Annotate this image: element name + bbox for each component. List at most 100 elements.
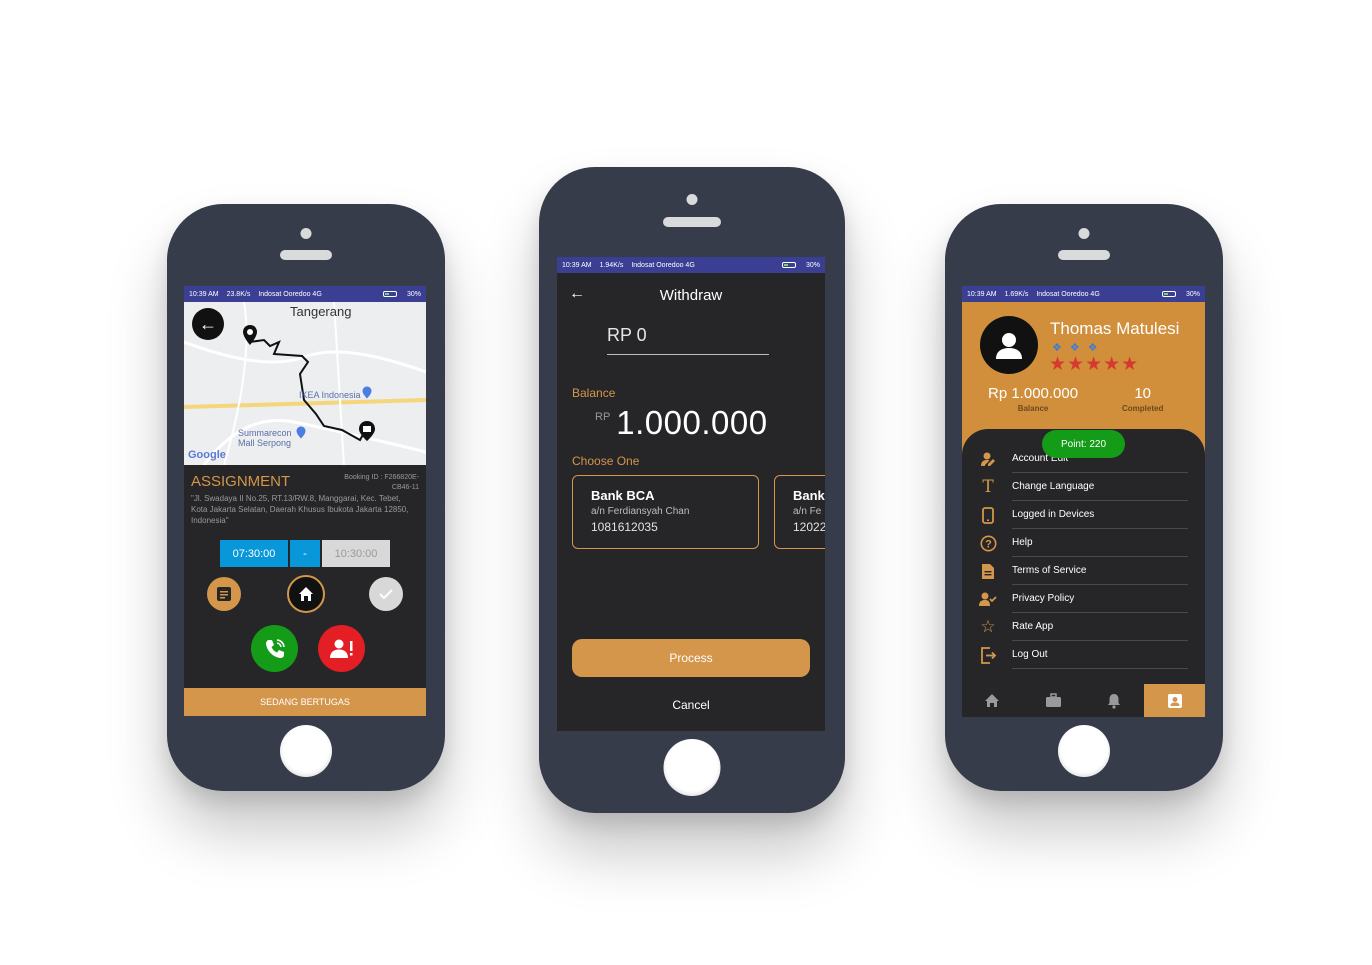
status-battery: 30% xyxy=(1185,290,1200,298)
back-button[interactable]: ← xyxy=(192,308,224,340)
bank-list: Bank BCA a/n Ferdiansyah Chan 1081612035… xyxy=(557,475,825,551)
user-icon xyxy=(996,333,1022,359)
home-status-button[interactable] xyxy=(287,575,325,613)
destination-pin-icon xyxy=(359,421,375,441)
document-icon xyxy=(976,563,1000,580)
menu-item-change-language[interactable]: T Change Language xyxy=(962,473,1205,501)
profile-menu: Account Edit T Change Language Logged in… xyxy=(962,429,1205,684)
balance-value: Rp 1.000.000 xyxy=(988,385,1079,402)
report-button[interactable] xyxy=(318,625,365,672)
notes-button[interactable] xyxy=(207,577,241,611)
completed-label: Completed xyxy=(1122,404,1164,413)
menu-item-devices[interactable]: Logged in Devices xyxy=(962,501,1205,529)
time-separator: - xyxy=(290,540,320,567)
screen-profile: 10:39 AM 1.69K/s Indosat Ooredoo 4G 30% … xyxy=(962,286,1205,717)
nav-briefcase[interactable] xyxy=(1023,684,1084,717)
mall-pin-icon xyxy=(296,426,306,439)
poi-mall-line2: Mall Serpong xyxy=(238,438,292,448)
process-button[interactable]: Process xyxy=(572,639,810,677)
bank-card[interactable]: Bank a/n Fe 12022 xyxy=(774,475,825,549)
completed-value: 10 xyxy=(1134,385,1152,402)
nav-home[interactable] xyxy=(962,684,1023,717)
profile-balance: Rp 1.000.000 Balance xyxy=(988,385,1078,413)
cancel-button[interactable]: Cancel xyxy=(557,698,825,712)
call-button[interactable] xyxy=(251,625,298,672)
route-map[interactable]: ← Tangerang IKEA Indonesia Summarecon Mal… xyxy=(184,302,426,465)
home-button[interactable] xyxy=(280,725,332,777)
bell-icon xyxy=(1107,693,1120,709)
speaker xyxy=(1058,250,1110,260)
poi-ikea: IKEA Indonesia xyxy=(299,390,361,400)
menu-item-help[interactable]: ? Help xyxy=(962,529,1205,557)
status-bar: 10:39 AM 1.94K/s Indosat Ooredoo 4G 30% xyxy=(557,257,825,273)
bank-owner: a/n Ferdiansyah Chan xyxy=(591,506,690,517)
google-logo: Google xyxy=(188,449,226,461)
phone-withdraw: 10:39 AM 1.94K/s Indosat Ooredoo 4G 30% … xyxy=(539,167,845,813)
assignment-address: "Jl. Swadaya II No.25, RT.13/RW.8, Mangg… xyxy=(191,494,409,525)
screen-withdraw: 10:39 AM 1.94K/s Indosat Ooredoo 4G 30% … xyxy=(557,257,825,731)
home-button[interactable] xyxy=(1058,725,1110,777)
amount-input[interactable]: RP 0 xyxy=(607,325,769,355)
page-title: Withdraw xyxy=(659,287,723,304)
bank-card[interactable]: Bank BCA a/n Ferdiansyah Chan 1081612035 xyxy=(572,475,759,549)
point-badge: Point: 220 xyxy=(1042,430,1125,458)
withdraw-header: ← Withdraw xyxy=(557,273,825,315)
nav-notifications[interactable] xyxy=(1084,684,1145,717)
front-camera xyxy=(1078,228,1090,239)
balance-currency: RP xyxy=(595,411,611,423)
bottom-nav xyxy=(962,684,1205,717)
origin-pin-icon xyxy=(243,325,257,345)
menu-item-rate-app[interactable]: ☆ Rate App xyxy=(962,613,1205,641)
profile-name: Thomas Matulesi xyxy=(1050,319,1180,338)
check-icon xyxy=(379,589,393,600)
front-camera xyxy=(300,228,312,239)
balance-value: 1.000.000 xyxy=(616,404,768,441)
menu-item-privacy[interactable]: Privacy Policy xyxy=(962,585,1205,613)
logout-icon xyxy=(976,646,1000,664)
menu-item-terms[interactable]: Terms of Service xyxy=(962,557,1205,585)
nav-profile[interactable] xyxy=(1144,684,1205,717)
on-duty-bar: SEDANG BERTUGAS xyxy=(184,688,426,716)
user-alert-icon xyxy=(329,639,352,658)
profile-icon xyxy=(1167,693,1182,708)
menu-item-label: Rate App xyxy=(1012,613,1188,641)
svg-text:?: ? xyxy=(985,538,992,550)
help-icon: ? xyxy=(976,535,1000,552)
privacy-icon xyxy=(976,591,1000,607)
status-carrier: Indosat Ooredoo 4G xyxy=(258,290,322,298)
status-time: 10:39 AM xyxy=(967,290,997,298)
home-button[interactable] xyxy=(663,739,721,796)
menu-item-label: Log Out xyxy=(1012,641,1188,669)
poi-mall: Summarecon Mall Serpong xyxy=(238,428,292,448)
account-edit-icon xyxy=(976,451,1000,467)
bank-name: Bank BCA xyxy=(591,488,655,503)
menu-item-label: Logged in Devices xyxy=(1012,501,1188,529)
phone-profile: 10:39 AM 1.69K/s Indosat Ooredoo 4G 30% … xyxy=(945,204,1223,791)
front-camera xyxy=(686,194,698,205)
avatar[interactable] xyxy=(980,316,1038,374)
assignment-panel: ASSIGNMENT Booking ID : F266820E-CB46-11… xyxy=(184,465,426,526)
choose-label: Choose One xyxy=(572,454,640,468)
notes-icon xyxy=(217,587,231,601)
battery-icon xyxy=(382,291,397,297)
status-time: 10:39 AM xyxy=(189,290,219,298)
home-icon xyxy=(299,587,313,601)
phone-assignment: 10:39 AM 23.8K/s Indosat Ooredoo 4G 30% xyxy=(167,204,445,791)
status-battery: 30% xyxy=(406,290,421,298)
speaker xyxy=(280,250,332,260)
phone-icon xyxy=(976,506,1000,524)
menu-item-label: Change Language xyxy=(1012,473,1188,501)
status-speed: 23.8K/s xyxy=(226,290,251,298)
complete-button[interactable] xyxy=(369,577,403,611)
mockup-stage: 10:39 AM 23.8K/s Indosat Ooredoo 4G 30% xyxy=(0,0,1372,965)
profile-completed: 10 Completed xyxy=(1122,385,1163,413)
text-icon: T xyxy=(982,477,994,497)
phone-call-icon xyxy=(265,638,285,658)
end-time: 10:30:00 xyxy=(322,540,390,567)
rating-stars: ★★★★★ xyxy=(1049,354,1140,375)
status-carrier: Indosat Ooredoo 4G xyxy=(1036,290,1100,298)
bank-account: 1081612035 xyxy=(591,520,658,534)
speaker xyxy=(663,217,721,227)
menu-item-label: Terms of Service xyxy=(1012,557,1188,585)
menu-item-logout[interactable]: Log Out xyxy=(962,641,1205,669)
